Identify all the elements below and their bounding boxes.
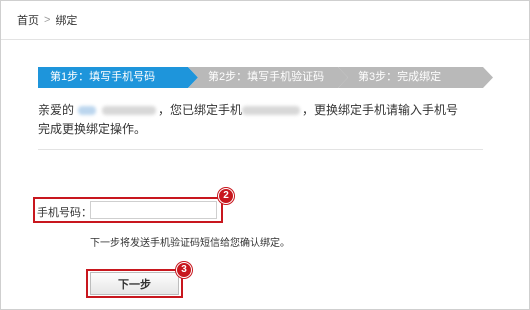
content-divider xyxy=(38,149,483,150)
change-instruction-text: ，更换绑定手机请输入手机号 xyxy=(302,103,459,117)
breadcrumb-current: 绑定 xyxy=(55,15,78,27)
breadcrumb-separator: > xyxy=(44,14,51,26)
next-step-button[interactable]: 下一步 xyxy=(90,272,179,295)
bound-phone-text: ，您已绑定手机 xyxy=(158,103,243,117)
redacted-username-blur xyxy=(78,106,97,116)
phone-input[interactable] xyxy=(90,201,217,219)
greeting-text: 亲爱的 xyxy=(38,103,75,117)
binding-description: 亲爱的 ，您已绑定手机 ，更换绑定手机请输入手机号 完成更换绑定操作。 xyxy=(38,101,488,139)
callout-badge-2: 2 xyxy=(218,188,234,204)
header-divider xyxy=(1,39,529,40)
phone-label: 手机号码： xyxy=(37,207,92,219)
redacted-phone-blur xyxy=(242,106,301,116)
breadcrumb-home-link[interactable]: 首页 xyxy=(17,12,39,28)
page-frame xyxy=(0,0,530,310)
hint-text: 下一步将发送手机验证码短信给您确认绑定。 xyxy=(90,238,290,249)
breadcrumb: 首页 > 绑定 xyxy=(17,12,77,28)
step-3: 第3步：完成绑定 xyxy=(338,67,493,88)
step-progress: 第1步：填写手机号码 第2步：填写手机验证码 第3步：完成绑定 xyxy=(38,67,493,88)
description-line-1: 亲爱的 ，您已绑定手机 ，更换绑定手机请输入手机号 xyxy=(38,101,488,120)
callout-badge-3: 3 xyxy=(176,262,192,278)
description-line-2: 完成更换绑定操作。 xyxy=(38,122,147,136)
redacted-username-blur-2 xyxy=(102,106,157,116)
step-2: 第2步：填写手机验证码 xyxy=(188,67,348,88)
step-1: 第1步：填写手机号码 xyxy=(38,67,198,88)
